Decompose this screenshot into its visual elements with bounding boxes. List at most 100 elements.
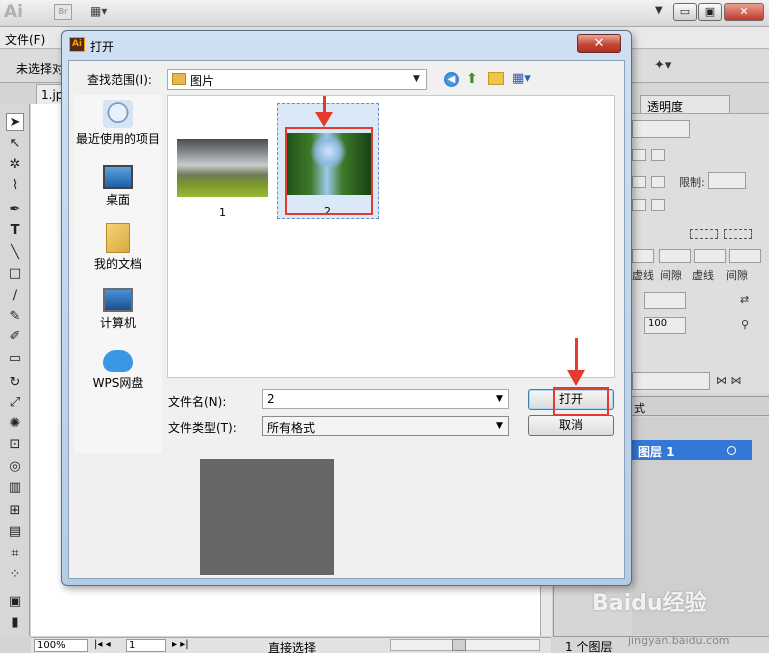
place-my-documents[interactable]: 我的文档 — [74, 223, 162, 272]
tab-fragment[interactable]: 式 — [634, 402, 645, 415]
selection-tool-icon[interactable]: ➤ — [6, 113, 24, 131]
align-stroke-inside-icon[interactable] — [651, 199, 665, 211]
views-menu-icon[interactable]: ▦▾ — [512, 71, 531, 86]
document-tab[interactable]: 1.jp — [36, 84, 63, 104]
align-stroke-center-icon[interactable] — [632, 199, 646, 211]
dash-field-2[interactable] — [694, 249, 726, 263]
blob-brush-tool-icon[interactable]: ✐ — [6, 328, 24, 346]
place-desktop[interactable]: 桌面 — [74, 165, 162, 208]
direct-selection-tool-icon[interactable]: ↖ — [6, 135, 24, 153]
join-miter-icon[interactable] — [632, 176, 646, 188]
bridge-button[interactable]: Br — [54, 4, 72, 20]
column-graph-tool-icon[interactable]: ▮ — [6, 614, 24, 632]
dash-field-1[interactable] — [632, 249, 654, 263]
dash-preset-2-icon[interactable] — [724, 229, 752, 239]
chevron-down-icon[interactable]: ▼ — [413, 74, 420, 84]
up-folder-icon[interactable]: ⬆ — [466, 71, 478, 87]
illustrator-app-icon: Ai — [69, 37, 85, 52]
next-artboard-icon[interactable]: ▸ ▸| — [172, 639, 189, 650]
filename-input[interactable]: 2 — [262, 389, 509, 409]
lookin-combobox[interactable]: 图片 — [167, 69, 427, 90]
join-round-icon[interactable] — [651, 176, 665, 188]
flip-along-icon[interactable]: ⋈ ⋈ — [716, 374, 742, 387]
layer-target-icon[interactable] — [727, 446, 736, 455]
line-tool-icon[interactable]: ╲ — [6, 244, 24, 262]
blend-tool-icon[interactable]: ⁘ — [6, 566, 24, 584]
place-computer[interactable]: 计算机 — [74, 288, 162, 331]
pen-tool-icon[interactable]: ✒ — [6, 201, 24, 219]
file-list[interactable] — [167, 95, 615, 378]
symbol-sprayer-tool-icon[interactable]: ▣ — [6, 593, 24, 611]
minimize-button[interactable]: ▭ — [673, 3, 697, 21]
magic-wand-tool-icon[interactable]: ✲ — [6, 156, 24, 174]
layers-panel-header: 式 — [632, 396, 769, 416]
swap-arrowheads-icon[interactable]: ⇄ — [740, 293, 749, 306]
scale-tool-icon[interactable]: ⤢ — [6, 394, 24, 412]
place-label: 最近使用的项目 — [75, 132, 160, 146]
rectangle-tool-icon[interactable]: □ — [6, 265, 24, 283]
perspective-grid-tool-icon[interactable]: ▥ — [6, 479, 24, 497]
shape-builder-tool-icon[interactable]: ◎ — [6, 458, 24, 476]
watermark-url: jingyan.baidu.com — [628, 634, 730, 647]
file-label-1[interactable]: 1 — [219, 206, 226, 219]
link-scale-icon[interactable]: ⚲ — [741, 318, 749, 331]
arrowhead-dropdown[interactable] — [644, 292, 686, 309]
current-tool-status: 直接选择 — [268, 641, 317, 653]
weight-dropdown[interactable] — [632, 120, 690, 138]
arrange-documents-icon[interactable]: ▦▾ — [90, 4, 120, 20]
filetype-label: 文件类型(T): — [168, 421, 237, 435]
warp-tool-icon[interactable]: ✺ — [6, 415, 24, 433]
desktop-icon — [103, 165, 133, 189]
first-artboard-icon[interactable]: |◂ ◂ — [94, 639, 111, 650]
arrowhead-scale-field[interactable]: 100 — [644, 317, 686, 334]
limit-field[interactable] — [708, 172, 746, 189]
tab-transparency[interactable]: 透明度 — [640, 95, 730, 114]
place-label: WPS网盘 — [92, 376, 144, 390]
dash-label-2: 虚线 — [692, 269, 714, 282]
my-documents-icon — [106, 223, 130, 253]
new-folder-icon[interactable] — [488, 72, 504, 85]
dialog-close-button[interactable]: ✕ — [577, 34, 621, 53]
app-close-button[interactable]: ✕ — [724, 3, 764, 21]
recent-items-icon — [103, 100, 133, 128]
eraser-tool-icon[interactable]: ▭ — [6, 350, 24, 368]
back-icon[interactable]: ◀ — [444, 72, 459, 87]
places-bar — [74, 95, 162, 453]
pencil-tool-icon[interactable]: ✎ — [6, 308, 24, 326]
filetype-select[interactable]: 所有格式 — [262, 416, 509, 436]
gap-field-1[interactable] — [659, 249, 691, 263]
mesh-tool-icon[interactable]: ⊞ — [6, 502, 24, 520]
type-tool-icon[interactable]: T — [6, 222, 24, 240]
cap-round-icon[interactable] — [651, 149, 665, 161]
illustrator-logo: Ai — [4, 2, 23, 22]
restore-button[interactable]: ▣ — [698, 3, 722, 21]
place-wps-cloud[interactable]: WPS网盘 — [74, 350, 162, 391]
zoom-field[interactable]: 100% — [34, 639, 88, 652]
limit-label: 限制: — [679, 176, 705, 189]
lasso-tool-icon[interactable]: ⌇ — [6, 177, 24, 195]
place-recent-items[interactable]: 最近使用的项目 — [74, 100, 162, 147]
artboard-number-field[interactable]: 1 — [126, 639, 166, 652]
gap-field-2[interactable] — [729, 249, 761, 263]
eyedropper-tool-icon[interactable]: ⌗ — [6, 545, 24, 563]
file-thumbnail-1[interactable] — [177, 139, 268, 197]
cancel-button[interactable]: 取消 — [528, 415, 614, 436]
gradient-tool-icon[interactable]: ▤ — [6, 523, 24, 541]
annotation-arrowhead-icon — [567, 370, 585, 386]
horizontal-scroll-thumb[interactable] — [452, 639, 466, 651]
cap-butt-icon[interactable] — [632, 149, 646, 161]
annotation-arrow-icon — [575, 338, 578, 373]
chevron-down-icon[interactable]: ▼ — [496, 421, 503, 431]
chevron-down-icon[interactable]: ▼ — [496, 394, 503, 404]
menu-file[interactable]: 文件(F) — [5, 31, 45, 48]
rotate-tool-icon[interactable]: ↻ — [6, 374, 24, 392]
puppet-warp-icon[interactable]: ✦▾ — [654, 58, 671, 73]
profile-dropdown[interactable] — [632, 372, 710, 390]
free-transform-tool-icon[interactable]: ⊡ — [6, 436, 24, 454]
dash-preset-1-icon[interactable] — [690, 229, 718, 239]
dialog-title: 打开 — [90, 40, 115, 54]
preview-pane — [200, 459, 334, 575]
paintbrush-tool-icon[interactable]: ∕ — [6, 287, 24, 305]
workspace-dropdown[interactable]: ▼ — [655, 5, 663, 16]
highlight-box — [285, 127, 373, 215]
